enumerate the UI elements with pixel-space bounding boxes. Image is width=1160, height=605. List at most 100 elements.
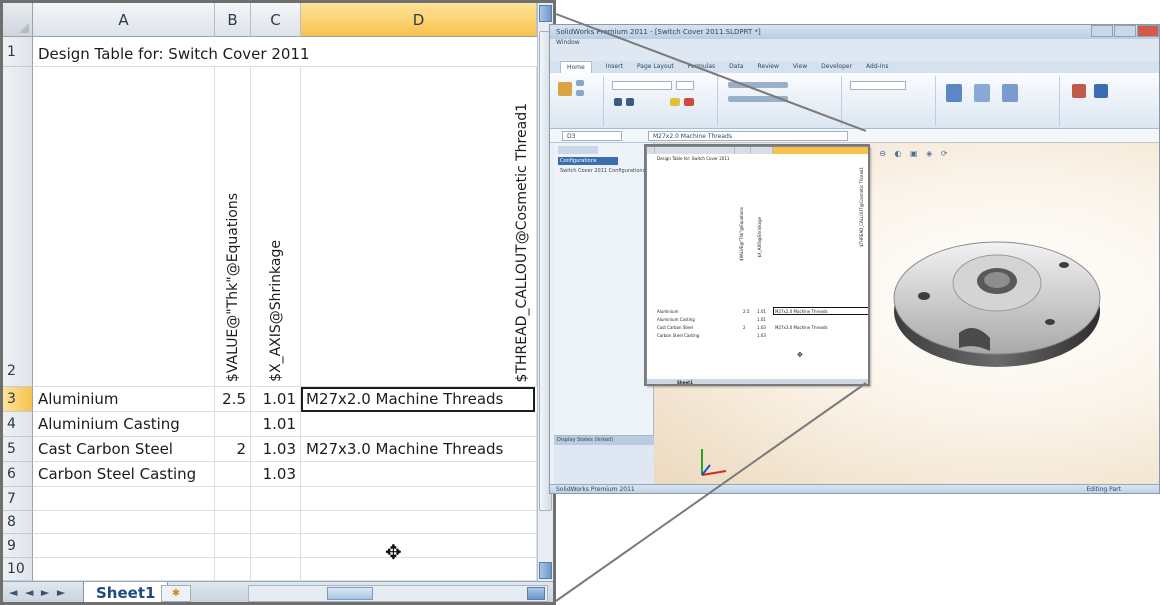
scroll-right-button[interactable] xyxy=(527,587,545,600)
tab-view[interactable]: View xyxy=(793,61,807,73)
find-select-icon[interactable] xyxy=(1094,84,1108,98)
tab-page-layout[interactable]: Page Layout xyxy=(637,61,674,73)
row-header-6[interactable]: 6 xyxy=(3,462,33,487)
row-header-4[interactable]: 4 xyxy=(3,412,33,437)
conditional-format-icon[interactable] xyxy=(946,84,962,102)
bold-icon[interactable] xyxy=(614,98,622,106)
scroll-down-button[interactable] xyxy=(539,562,552,579)
config-name-cell[interactable]: Cast Carbon Steel xyxy=(33,437,215,462)
empty-cell[interactable] xyxy=(33,534,215,558)
config-name-cell[interactable]: Aluminium Casting xyxy=(33,412,215,437)
status-app-name: SolidWorks Premium 2011 xyxy=(556,486,635,493)
row-header-3[interactable]: 3 xyxy=(3,387,33,412)
thread-value-cell[interactable] xyxy=(301,462,537,487)
cell-a2[interactable] xyxy=(33,67,215,387)
font-name-field[interactable] xyxy=(612,81,672,90)
formula-input[interactable]: M27x2.0 Machine Threads xyxy=(648,131,848,141)
tab-formulas[interactable]: Formulas xyxy=(688,61,715,73)
italic-icon[interactable] xyxy=(626,98,634,106)
config-name-cell[interactable]: Aluminium xyxy=(33,387,215,412)
menu-window[interactable]: Window xyxy=(556,39,580,46)
config-name-cell[interactable]: Carbon Steel Casting xyxy=(33,462,215,487)
thread-value-cell[interactable]: M27x3.0 Machine Threads xyxy=(301,437,537,462)
shrinkage-value-cell[interactable]: 1.01 xyxy=(251,387,301,412)
window-title: SolidWorks Premium 2011 - [Switch Cover … xyxy=(556,28,761,36)
column-header-a[interactable]: A xyxy=(33,3,215,37)
row-header-7[interactable]: 7 xyxy=(3,487,33,511)
align-icons[interactable] xyxy=(728,82,788,88)
tab-review[interactable]: Review xyxy=(758,61,779,73)
shrinkage-value-cell[interactable]: 1.03 xyxy=(251,437,301,462)
insert-sheet-icon[interactable]: ✱ xyxy=(161,585,191,602)
thk-value-cell[interactable] xyxy=(215,412,251,437)
shrinkage-value-cell[interactable]: 1.03 xyxy=(251,462,301,487)
thread-value-cell[interactable] xyxy=(301,412,537,437)
paste-icon[interactable] xyxy=(558,82,572,96)
hscroll-thumb[interactable] xyxy=(327,587,373,600)
column-header-b[interactable]: B xyxy=(215,3,251,37)
empty-cell[interactable] xyxy=(301,511,537,534)
param-header-thk[interactable]: $VALUE@"Thk"@Equations xyxy=(215,67,251,387)
sheet-nav-arrows-icon[interactable]: ◄ ◄ ► ► xyxy=(9,586,67,599)
display-states-pane: Display States (linked) xyxy=(554,435,654,491)
select-all-corner[interactable] xyxy=(3,3,33,37)
tab-home[interactable]: Home xyxy=(560,61,592,73)
row-header-2[interactable]: 2 xyxy=(3,67,33,387)
empty-cell[interactable] xyxy=(251,487,301,511)
row-header-8[interactable]: 8 xyxy=(3,511,33,534)
empty-cell[interactable] xyxy=(251,534,301,558)
shrinkage-value-cell[interactable]: 1.01 xyxy=(251,412,301,437)
row-header-10[interactable]: 10 xyxy=(3,558,33,581)
design-table-title[interactable]: Design Table for: Switch Cover 2011 xyxy=(33,37,537,67)
thk-value-cell[interactable]: 2 xyxy=(215,437,251,462)
indent-icons[interactable] xyxy=(728,96,788,102)
empty-cell[interactable] xyxy=(251,558,301,581)
tree-tabs[interactable] xyxy=(558,146,598,154)
minimize-button[interactable] xyxy=(1091,25,1113,37)
column-header-d[interactable]: D xyxy=(301,3,537,37)
empty-cell[interactable] xyxy=(251,511,301,534)
empty-cell[interactable] xyxy=(33,511,215,534)
row-header-5[interactable]: 5 xyxy=(3,437,33,462)
column-header-c[interactable]: C xyxy=(251,3,301,37)
empty-cell[interactable] xyxy=(301,487,537,511)
horizontal-scrollbar[interactable] xyxy=(248,585,548,602)
mini-col-c xyxy=(751,147,773,154)
tree-item-selected[interactable]: Switch Cover 2011 Configurations xyxy=(560,168,645,174)
thk-value-cell[interactable] xyxy=(215,462,251,487)
tab-developer[interactable]: Developer xyxy=(821,61,852,73)
thk-value-cell[interactable]: 2.5 xyxy=(215,387,251,412)
tab-add-ins[interactable]: Add-Ins xyxy=(866,61,888,73)
mini-spreadsheet[interactable]: Design Table for: Switch Cover 2011 $VAL… xyxy=(646,146,870,386)
scroll-up-button[interactable] xyxy=(539,5,552,22)
empty-cell[interactable] xyxy=(215,534,251,558)
name-box[interactable]: D3 xyxy=(562,131,622,141)
close-button[interactable] xyxy=(1137,25,1159,37)
empty-cell[interactable] xyxy=(215,487,251,511)
param-header-shrinkage[interactable]: $X_AXIS@Shrinkage xyxy=(251,67,301,387)
active-thread-cell[interactable]: M27x2.0 Machine Threads xyxy=(301,387,535,412)
maximize-button[interactable] xyxy=(1114,25,1136,37)
format-table-icon[interactable] xyxy=(974,84,990,102)
tab-insert[interactable]: Insert xyxy=(606,61,623,73)
copy-icon[interactable] xyxy=(576,90,584,96)
empty-cell[interactable] xyxy=(215,511,251,534)
cut-icon[interactable] xyxy=(576,80,584,86)
sheet-tab-sheet1[interactable]: Sheet1 xyxy=(83,582,169,602)
param-header-thread[interactable]: $THREAD_CALLOUT@Cosmetic Thread1 xyxy=(301,67,537,387)
sort-filter-icon[interactable] xyxy=(1072,84,1086,98)
font-size-field[interactable] xyxy=(676,81,694,90)
row-header-1[interactable]: 1 xyxy=(3,37,33,67)
font-color-icon[interactable] xyxy=(684,98,694,106)
empty-cell[interactable] xyxy=(215,558,251,581)
empty-cell[interactable] xyxy=(301,558,537,581)
tab-data[interactable]: Data xyxy=(729,61,743,73)
cell-styles-icon[interactable] xyxy=(1002,84,1018,102)
empty-cell[interactable] xyxy=(33,487,215,511)
empty-cell[interactable] xyxy=(33,558,215,581)
empty-cell[interactable] xyxy=(301,534,537,558)
number-format-field[interactable] xyxy=(850,81,906,90)
fill-color-icon[interactable] xyxy=(670,98,680,106)
row-header-9[interactable]: 9 xyxy=(3,534,33,558)
tree-item-configurations[interactable]: Configurations xyxy=(558,157,618,165)
